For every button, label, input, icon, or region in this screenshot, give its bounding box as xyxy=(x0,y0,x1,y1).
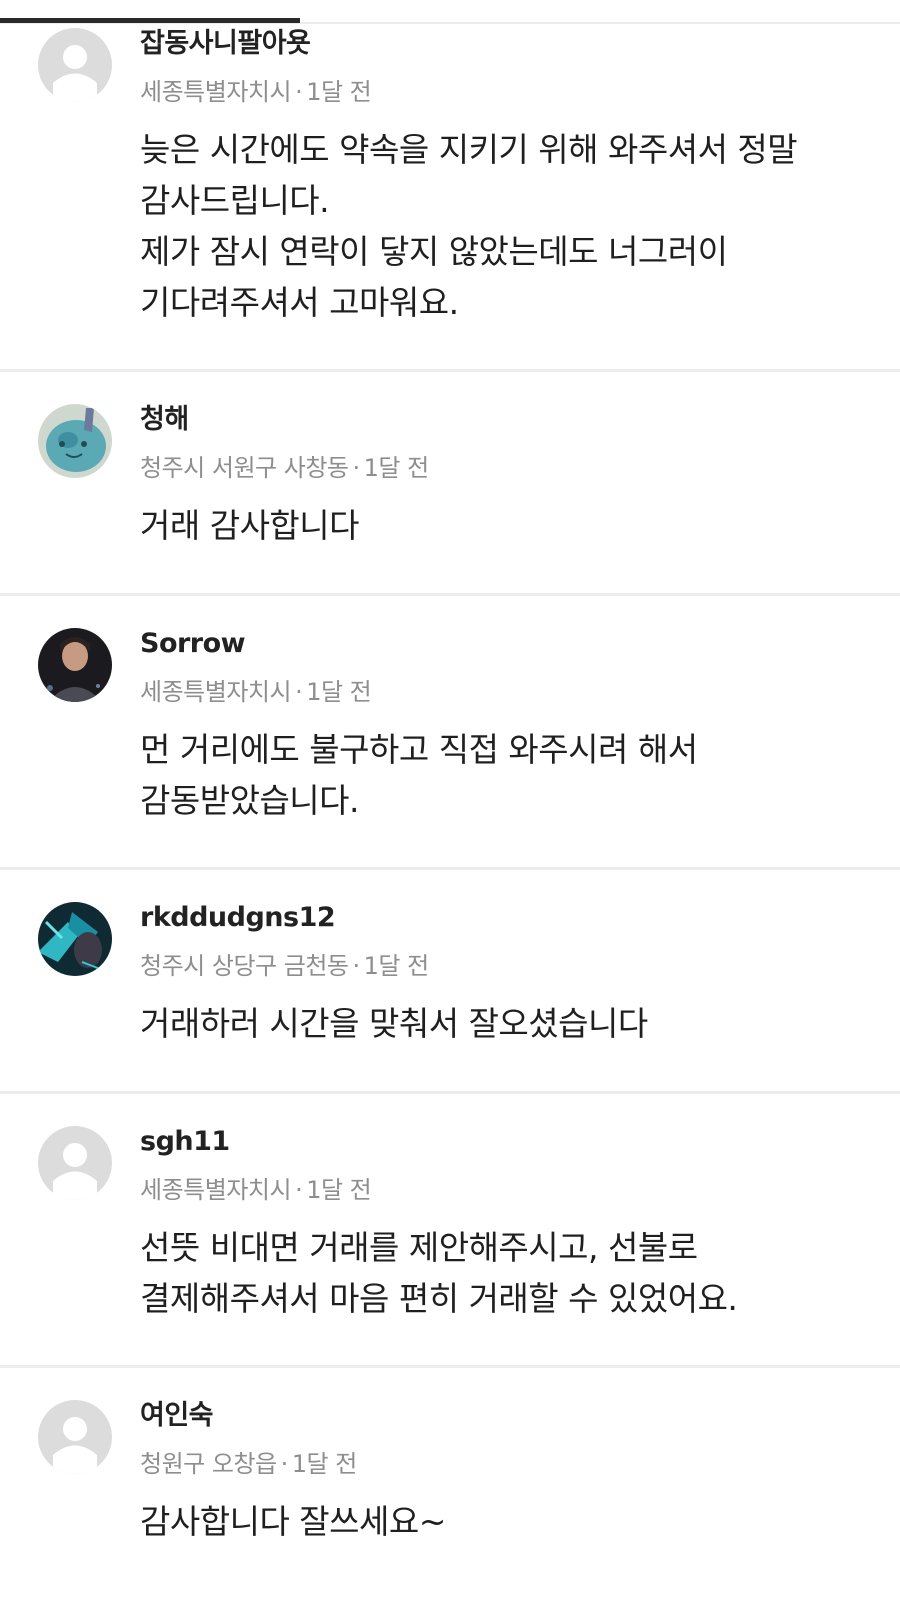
meta-separator: · xyxy=(295,678,303,706)
review-time: 1달 전 xyxy=(363,454,430,482)
active-tab-indicator xyxy=(0,18,300,23)
review-meta: 청원구 오창읍 · 1달 전 xyxy=(140,1444,900,1484)
reviewer-nickname[interactable]: 여인숙 xyxy=(140,1396,900,1436)
meta-separator: · xyxy=(352,952,360,980)
meta-separator: · xyxy=(295,1176,303,1204)
reviewer-nickname[interactable]: sgh11 xyxy=(140,1122,900,1162)
review-time: 1달 전 xyxy=(306,1176,372,1204)
review-text: 선뜻 비대면 거래를 제안해주시고, 선불로 결제해주셔서 마음 편히 거래할 … xyxy=(140,1228,738,1318)
review-text: 거래 감사합니다 xyxy=(140,506,360,545)
review-content: sgh11 세종특별자치시 · 1달 전 선뜻 비대면 거래를 제안해주시고, 선불… xyxy=(140,1122,900,1324)
review-content: Sorrow 세종특별자치시 · 1달 전 먼 거리에도 불구하고 직접 와주시려 … xyxy=(140,624,900,826)
reviewer-location: 세종특별자치시 xyxy=(140,678,292,706)
review-item: 잡동사니팔아욧 세종특별자치시 · 1달 전 늦은 시간에도 약속을 지키기 위해 … xyxy=(0,24,900,372)
review-text: 거래하러 시간을 맞춰서 잘오셨습니다 xyxy=(140,1004,648,1043)
meta-separator: · xyxy=(295,78,303,106)
default-avatar-icon[interactable] xyxy=(38,1400,112,1474)
review-content: rkddudgns12 청주시 상당구 금천동 · 1달 전 거래하러 시간을 맞춰… xyxy=(140,898,900,1049)
review-time: 1달 전 xyxy=(291,1450,358,1478)
review-list: 잡동사니팔아욧 세종특별자치시 · 1달 전 늦은 시간에도 약속을 지키기 위해 … xyxy=(0,24,900,1598)
review-text: 먼 거리에도 불구하고 직접 와주시려 해서 감동받았습니다. xyxy=(140,730,698,820)
review-item: 여인숙 청원구 오창읍 · 1달 전 감사합니다 잘쓰세요~ xyxy=(0,1368,900,1598)
reviewer-nickname[interactable]: rkddudgns12 xyxy=(140,898,900,938)
reviewer-location: 청주시 상당구 금천동 xyxy=(140,952,349,980)
review-item: 청해 청주시 서원구 사창동 · 1달 전 거래 감사합니다 xyxy=(0,372,900,596)
reviewer-location: 청주시 서원구 사창동 xyxy=(140,454,349,482)
profile-photo-avatar[interactable] xyxy=(38,902,112,976)
review-time: 1달 전 xyxy=(306,78,372,106)
profile-photo-avatar[interactable] xyxy=(38,628,112,702)
reviewer-nickname[interactable]: 잡동사니팔아욧 xyxy=(140,24,900,64)
meta-separator: · xyxy=(352,454,360,482)
review-text: 늦은 시간에도 약속을 지키기 위해 와주셔서 정말 감사드립니다. 제가 잠시… xyxy=(140,130,798,322)
reviewer-location: 청원구 오창읍 xyxy=(140,1450,277,1478)
review-meta: 세종특별자치시 · 1달 전 xyxy=(140,1170,900,1210)
reviewer-nickname[interactable]: 청해 xyxy=(140,400,900,440)
review-meta: 세종특별자치시 · 1달 전 xyxy=(140,672,900,712)
review-item: Sorrow 세종특별자치시 · 1달 전 먼 거리에도 불구하고 직접 와주시려 … xyxy=(0,596,900,870)
meta-separator: · xyxy=(280,1450,289,1478)
review-content: 여인숙 청원구 오창읍 · 1달 전 감사합니다 잘쓰세요~ xyxy=(140,1396,900,1547)
review-time: 1달 전 xyxy=(306,678,372,706)
reviewer-location: 세종특별자치시 xyxy=(140,1176,292,1204)
review-time: 1달 전 xyxy=(363,952,430,980)
reviewer-location: 세종특별자치시 xyxy=(140,78,292,106)
review-content: 잡동사니팔아욧 세종특별자치시 · 1달 전 늦은 시간에도 약속을 지키기 위해 … xyxy=(140,24,900,328)
review-item: rkddudgns12 청주시 상당구 금천동 · 1달 전 거래하러 시간을 맞춰… xyxy=(0,870,900,1094)
review-text: 감사합니다 잘쓰세요~ xyxy=(140,1502,446,1541)
reviewer-nickname[interactable]: Sorrow xyxy=(140,624,900,664)
review-item: sgh11 세종특별자치시 · 1달 전 선뜻 비대면 거래를 제안해주시고, 선불… xyxy=(0,1094,900,1368)
review-content: 청해 청주시 서원구 사창동 · 1달 전 거래 감사합니다 xyxy=(140,400,900,551)
review-meta: 청주시 상당구 금천동 · 1달 전 xyxy=(140,946,900,986)
profile-photo-avatar[interactable] xyxy=(38,404,112,478)
review-meta: 세종특별자치시 · 1달 전 xyxy=(140,72,900,112)
review-meta: 청주시 서원구 사창동 · 1달 전 xyxy=(140,448,900,488)
default-avatar-icon[interactable] xyxy=(38,28,112,102)
default-avatar-icon[interactable] xyxy=(38,1126,112,1200)
